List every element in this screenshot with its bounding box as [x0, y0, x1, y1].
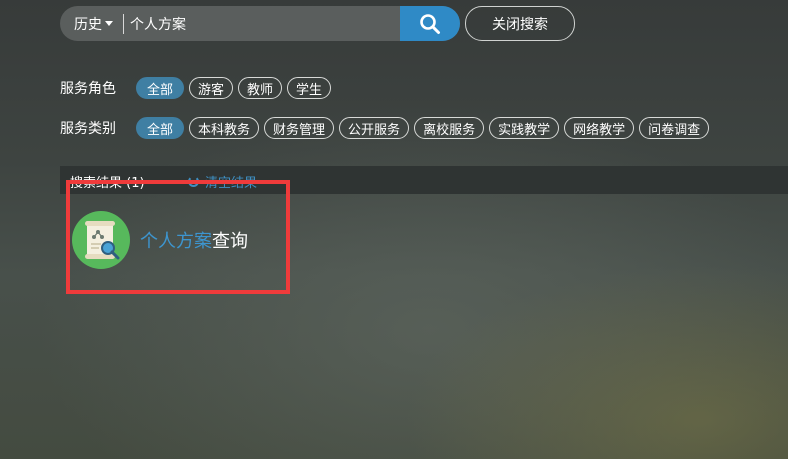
caret-down-icon: [105, 21, 113, 26]
search-icon: [420, 13, 440, 34]
category-chip-public-service[interactable]: 公开服务: [339, 117, 410, 139]
category-chip-undergrad-affairs[interactable]: 本科教务: [189, 117, 260, 139]
category-chip-practice-teaching[interactable]: 实践教学: [489, 117, 560, 139]
role-filter-label: 服务角色: [60, 81, 116, 97]
search-input[interactable]: [130, 6, 385, 41]
role-filter-row: 服务角色 全部 游客 教师 学生: [60, 77, 336, 99]
role-chip-all[interactable]: 全部: [136, 77, 185, 99]
category-chip-all[interactable]: 全部: [136, 117, 185, 139]
role-chip-teacher[interactable]: 教师: [238, 77, 283, 99]
role-chip-visitor[interactable]: 游客: [189, 77, 234, 99]
history-dropdown[interactable]: 历史: [60, 6, 113, 41]
close-search-button[interactable]: 关闭搜索: [465, 6, 575, 41]
annotation-highlight-box: [66, 180, 290, 294]
category-chip-finance[interactable]: 财务管理: [264, 117, 335, 139]
category-chip-online-teaching[interactable]: 网络教学: [564, 117, 635, 139]
history-label: 历史: [74, 16, 102, 33]
category-filter-row: 服务类别 全部 本科教务 财务管理 公开服务 离校服务 实践教学 网络教学 问卷…: [60, 117, 714, 139]
search-button[interactable]: [400, 6, 460, 41]
role-chip-student[interactable]: 学生: [287, 77, 332, 99]
category-chip-survey[interactable]: 问卷调查: [639, 117, 710, 139]
divider: [123, 13, 124, 34]
search-bar: 历史: [60, 6, 460, 41]
category-chip-leaving-school[interactable]: 离校服务: [414, 117, 485, 139]
category-filter-label: 服务类别: [60, 121, 116, 137]
